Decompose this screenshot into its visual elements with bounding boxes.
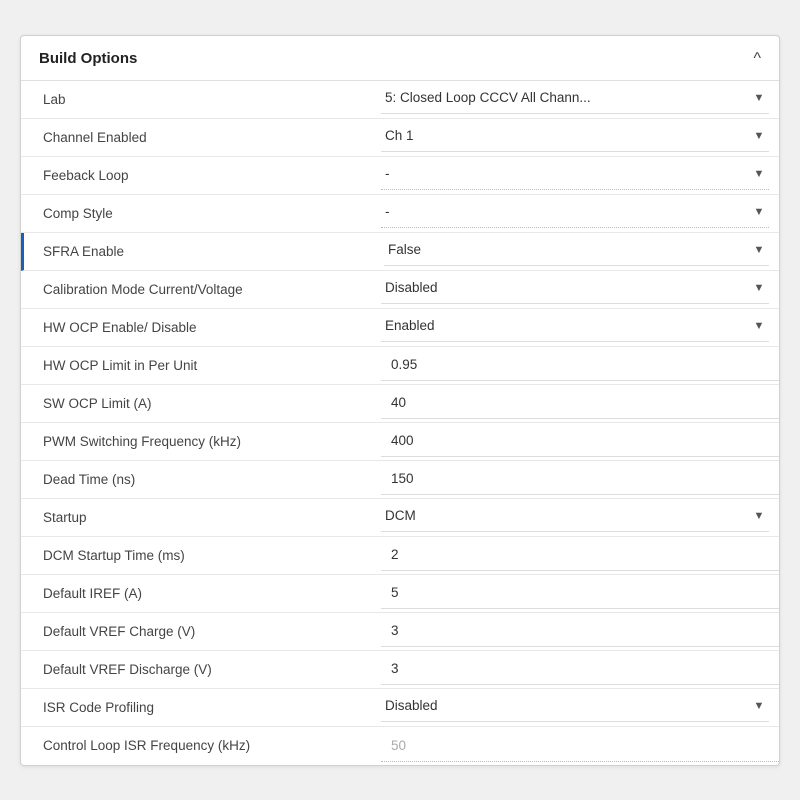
label-default-vref-charge: Default VREF Charge (V) bbox=[21, 616, 381, 647]
label-calibration-mode: Calibration Mode Current/Voltage bbox=[21, 274, 381, 305]
input-hw-ocp-limit[interactable] bbox=[381, 349, 779, 381]
panel-title: Build Options bbox=[39, 50, 137, 67]
label-default-iref: Default IREF (A) bbox=[21, 578, 381, 609]
collapse-icon[interactable]: ^ bbox=[753, 50, 761, 68]
row-comp-style: Comp Style-▼ bbox=[21, 195, 779, 233]
dropdown-arrow-comp-style[interactable]: ▼ bbox=[749, 202, 769, 222]
input-default-iref[interactable] bbox=[381, 577, 779, 609]
input-dcm-startup-time[interactable] bbox=[381, 539, 779, 571]
label-hw-ocp-enable: HW OCP Enable/ Disable bbox=[21, 312, 381, 343]
panel-header: Build Options ^ bbox=[21, 36, 779, 81]
select-value-channel-enabled[interactable]: Ch 1 bbox=[381, 122, 749, 149]
select-wrapper-startup[interactable]: DCM▼ bbox=[381, 502, 769, 532]
label-dead-time: Dead Time (ns) bbox=[21, 464, 381, 495]
dropdown-arrow-isr-code-profiling[interactable]: ▼ bbox=[749, 696, 769, 716]
row-sw-ocp-limit: SW OCP Limit (A) bbox=[21, 385, 779, 423]
label-pwm-freq: PWM Switching Frequency (kHz) bbox=[21, 426, 381, 457]
select-value-sfra-enable[interactable]: False bbox=[384, 236, 749, 263]
row-dcm-startup-time: DCM Startup Time (ms) bbox=[21, 537, 779, 575]
input-default-vref-discharge[interactable] bbox=[381, 653, 779, 685]
row-dead-time: Dead Time (ns) bbox=[21, 461, 779, 499]
select-wrapper-channel-enabled[interactable]: Ch 1▼ bbox=[381, 122, 769, 152]
dropdown-arrow-hw-ocp-enable[interactable]: ▼ bbox=[749, 316, 769, 336]
input-control-loop-isr[interactable] bbox=[381, 730, 779, 762]
dropdown-arrow-lab[interactable]: ▼ bbox=[749, 88, 769, 108]
label-isr-code-profiling: ISR Code Profiling bbox=[21, 692, 381, 723]
input-dead-time[interactable] bbox=[381, 463, 779, 495]
select-value-hw-ocp-enable[interactable]: Enabled bbox=[381, 312, 749, 339]
row-calibration-mode: Calibration Mode Current/VoltageDisabled… bbox=[21, 271, 779, 309]
dropdown-arrow-startup[interactable]: ▼ bbox=[749, 506, 769, 526]
select-wrapper-feedback-loop[interactable]: -▼ bbox=[381, 160, 769, 190]
select-wrapper-comp-style[interactable]: -▼ bbox=[381, 198, 769, 228]
dropdown-arrow-feedback-loop[interactable]: ▼ bbox=[749, 164, 769, 184]
row-isr-code-profiling: ISR Code ProfilingDisabled▼ bbox=[21, 689, 779, 727]
label-sfra-enable: SFRA Enable bbox=[24, 236, 384, 267]
row-sfra-enable: SFRA EnableFalse▼ bbox=[21, 233, 779, 271]
select-value-feedback-loop[interactable]: - bbox=[381, 160, 749, 187]
dropdown-arrow-calibration-mode[interactable]: ▼ bbox=[749, 278, 769, 298]
label-hw-ocp-limit: HW OCP Limit in Per Unit bbox=[21, 350, 381, 381]
input-default-vref-charge[interactable] bbox=[381, 615, 779, 647]
row-channel-enabled: Channel EnabledCh 1▼ bbox=[21, 119, 779, 157]
select-value-calibration-mode[interactable]: Disabled bbox=[381, 274, 749, 301]
select-wrapper-isr-code-profiling[interactable]: Disabled▼ bbox=[381, 692, 769, 722]
row-default-iref: Default IREF (A) bbox=[21, 575, 779, 613]
label-default-vref-discharge: Default VREF Discharge (V) bbox=[21, 654, 381, 685]
label-sw-ocp-limit: SW OCP Limit (A) bbox=[21, 388, 381, 419]
row-hw-ocp-limit: HW OCP Limit in Per Unit bbox=[21, 347, 779, 385]
select-value-comp-style[interactable]: - bbox=[381, 198, 749, 225]
label-feedback-loop: Feeback Loop bbox=[21, 160, 381, 191]
row-default-vref-charge: Default VREF Charge (V) bbox=[21, 613, 779, 651]
input-sw-ocp-limit[interactable] bbox=[381, 387, 779, 419]
row-lab: Lab5: Closed Loop CCCV All Chann...▼ bbox=[21, 81, 779, 119]
select-wrapper-lab[interactable]: 5: Closed Loop CCCV All Chann...▼ bbox=[381, 84, 769, 114]
dropdown-arrow-channel-enabled[interactable]: ▼ bbox=[749, 126, 769, 146]
label-lab: Lab bbox=[21, 84, 381, 115]
row-startup: StartupDCM▼ bbox=[21, 499, 779, 537]
row-pwm-freq: PWM Switching Frequency (kHz) bbox=[21, 423, 779, 461]
select-wrapper-calibration-mode[interactable]: Disabled▼ bbox=[381, 274, 769, 304]
row-control-loop-isr: Control Loop ISR Frequency (kHz) bbox=[21, 727, 779, 765]
label-dcm-startup-time: DCM Startup Time (ms) bbox=[21, 540, 381, 571]
label-channel-enabled: Channel Enabled bbox=[21, 122, 381, 153]
row-default-vref-discharge: Default VREF Discharge (V) bbox=[21, 651, 779, 689]
select-value-isr-code-profiling[interactable]: Disabled bbox=[381, 692, 749, 719]
build-options-panel: Build Options ^ Lab5: Closed Loop CCCV A… bbox=[20, 35, 780, 766]
label-control-loop-isr: Control Loop ISR Frequency (kHz) bbox=[21, 730, 381, 761]
row-feedback-loop: Feeback Loop-▼ bbox=[21, 157, 779, 195]
dropdown-arrow-sfra-enable[interactable]: ▼ bbox=[749, 240, 769, 260]
label-startup: Startup bbox=[21, 502, 381, 533]
input-pwm-freq[interactable] bbox=[381, 425, 779, 457]
panel-body: Lab5: Closed Loop CCCV All Chann...▼Chan… bbox=[21, 81, 779, 765]
select-wrapper-sfra-enable[interactable]: False▼ bbox=[384, 236, 769, 266]
row-hw-ocp-enable: HW OCP Enable/ DisableEnabled▼ bbox=[21, 309, 779, 347]
label-comp-style: Comp Style bbox=[21, 198, 381, 229]
select-value-startup[interactable]: DCM bbox=[381, 502, 749, 529]
select-wrapper-hw-ocp-enable[interactable]: Enabled▼ bbox=[381, 312, 769, 342]
select-value-lab[interactable]: 5: Closed Loop CCCV All Chann... bbox=[381, 84, 749, 111]
